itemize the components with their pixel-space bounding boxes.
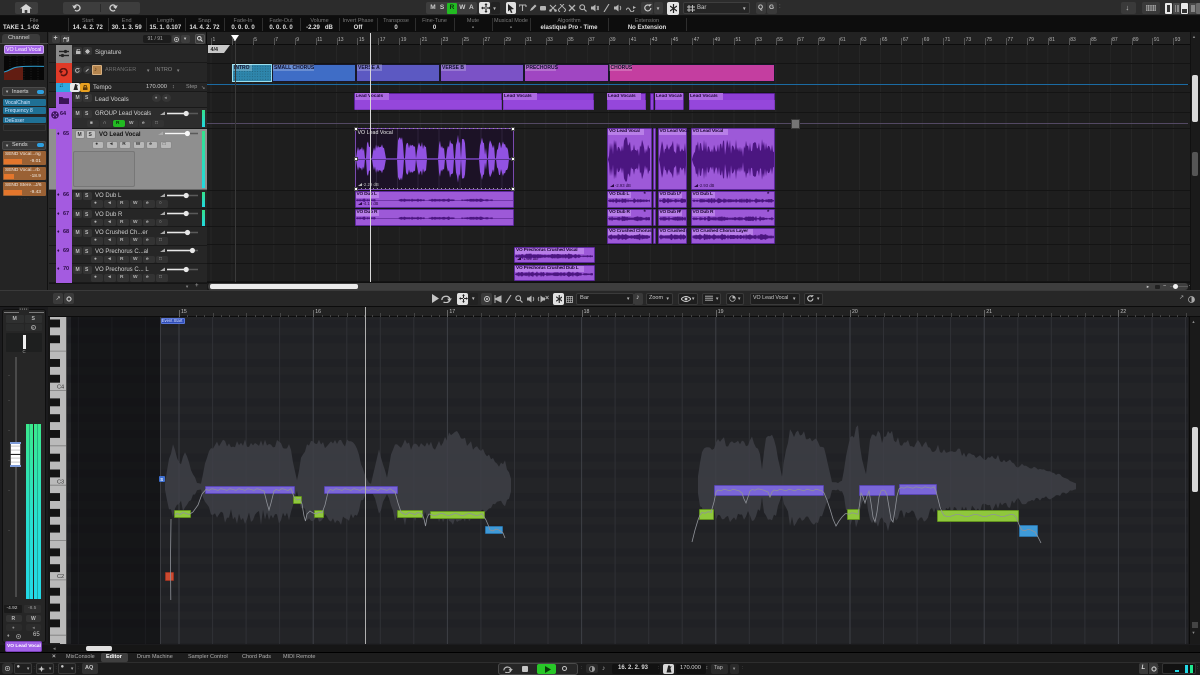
svg-text:C2: C2	[57, 574, 64, 580]
svg-text:C4: C4	[57, 385, 64, 391]
svg-text:C3: C3	[57, 479, 64, 485]
